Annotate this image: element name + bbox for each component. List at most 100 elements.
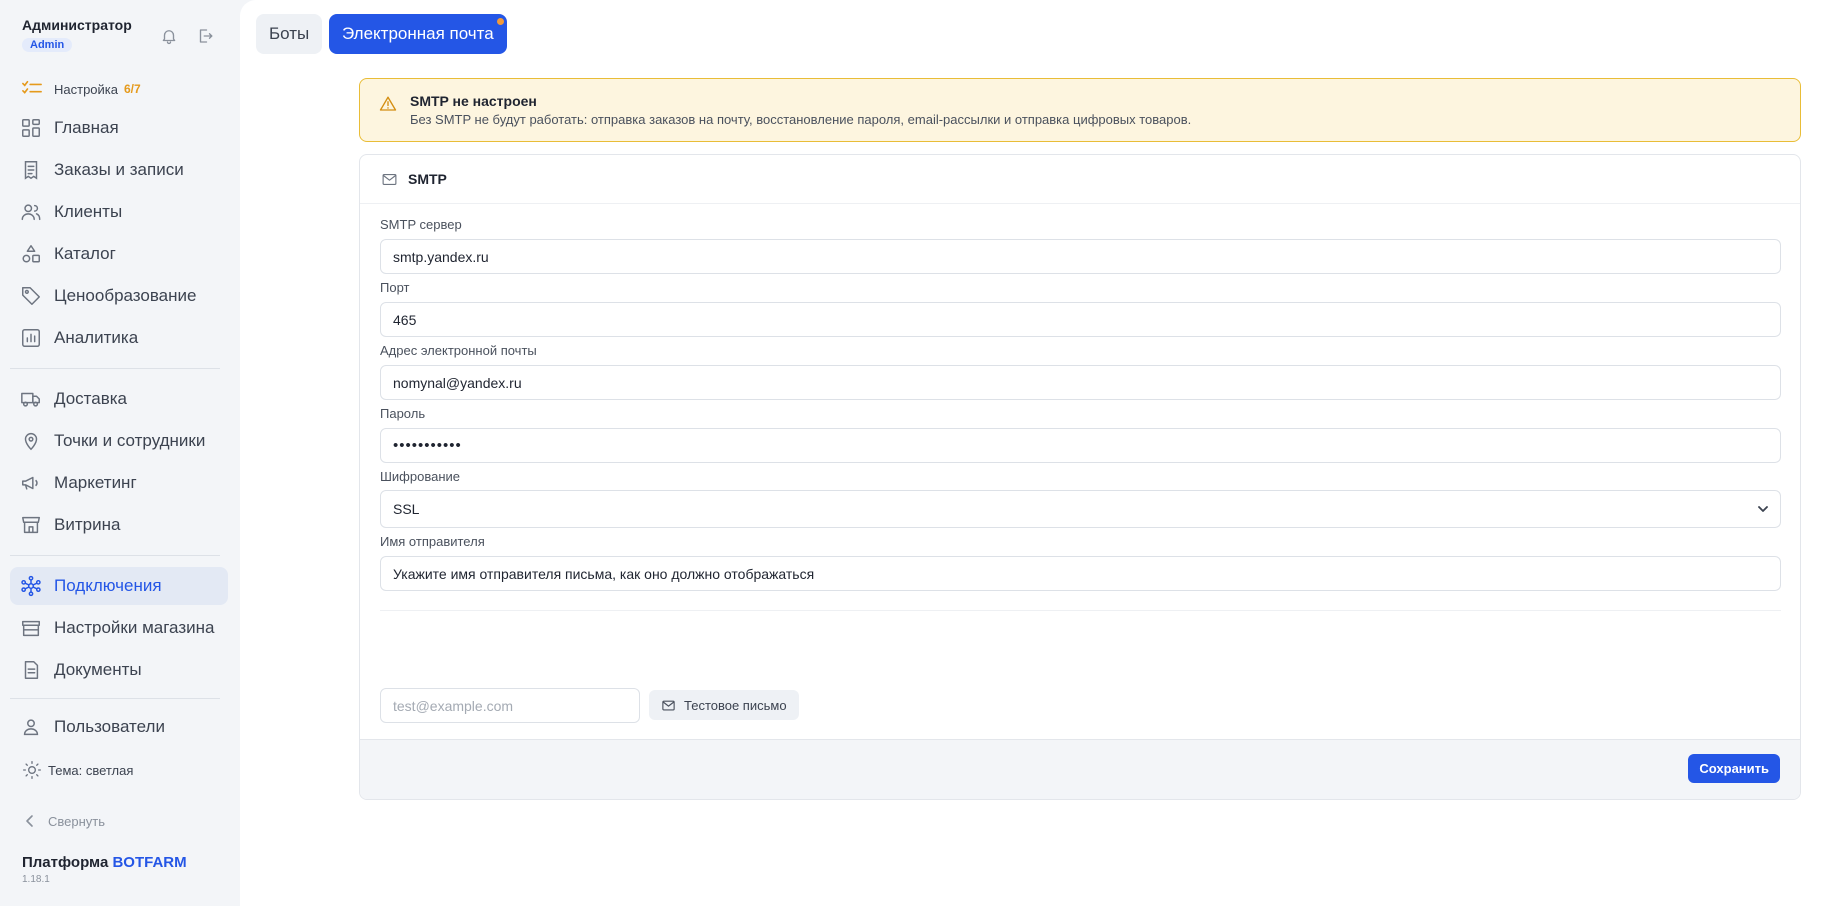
- theme-label: Тема: светлая: [48, 762, 134, 778]
- tab-label: Боты: [269, 24, 310, 43]
- sidebar-item-pricing[interactable]: Ценообразование: [10, 277, 228, 315]
- sidebar-item-label: Заказы и записи: [54, 160, 184, 179]
- sidebar-item-storefront[interactable]: Витрина: [10, 506, 228, 544]
- logout-icon[interactable]: [196, 26, 214, 46]
- user-icon: [20, 716, 42, 738]
- setup-progress[interactable]: Настройка 6/7: [22, 80, 141, 98]
- shop-icon: [20, 617, 42, 639]
- warning-icon: [379, 95, 397, 113]
- sidebar-item-label: Пользователи: [54, 717, 165, 736]
- smtp-server-label: SMTP сервер: [380, 217, 462, 232]
- network-icon: [20, 575, 42, 597]
- sender-name-input[interactable]: Укажите имя отправителя письма, как оно …: [380, 556, 1781, 591]
- tab-email[interactable]: Электронная почта: [329, 14, 507, 54]
- sidebar: Администратор Admin Настройка 6/7 Главна…: [0, 0, 240, 906]
- sidebar-item-label: Витрина: [54, 515, 121, 534]
- sidebar-item-store-settings[interactable]: Настройки магазина: [10, 609, 228, 647]
- sidebar-item-analytics[interactable]: Аналитика: [10, 319, 228, 357]
- sidebar-item-label: Точки и сотрудники: [54, 431, 206, 450]
- app-version: 1.18.1: [22, 874, 50, 885]
- card-footer: Сохранить: [360, 739, 1800, 799]
- user-name: Администратор: [22, 17, 132, 33]
- sidebar-item-label: Клиенты: [54, 202, 123, 221]
- map-pin-icon: [20, 430, 42, 452]
- store-icon: [20, 514, 42, 536]
- sidebar-item-marketing[interactable]: Маркетинг: [10, 464, 228, 502]
- user-block: Администратор Admin: [22, 17, 132, 53]
- card-title: SMTP: [408, 171, 447, 187]
- button-label: Тестовое письмо: [684, 697, 787, 713]
- chevron-left-icon: [22, 813, 38, 829]
- mail-icon: [661, 698, 676, 713]
- sidebar-item-label: Аналитика: [54, 328, 139, 347]
- sidebar-item-users[interactable]: Пользователи: [10, 708, 228, 746]
- notification-dot: [496, 18, 504, 25]
- sidebar-item-home[interactable]: Главная: [10, 109, 228, 147]
- sidebar-item-delivery[interactable]: Доставка: [10, 380, 228, 418]
- tab-label: Электронная почта: [342, 24, 494, 43]
- sidebar-item-label: Настройки магазина: [54, 618, 215, 637]
- main-content: Боты Электронная почта SMTP не настроен …: [240, 0, 1825, 906]
- brand-name: Платформа BOTFARM: [22, 854, 187, 871]
- brand-highlight: BOTFARM: [112, 854, 187, 871]
- sun-icon: [22, 760, 42, 780]
- field-value: smtp.yandex.ru: [393, 248, 489, 265]
- smtp-settings-card: SMTP SMTP сервер smtp.yandex.ru Порт 465…: [359, 154, 1801, 800]
- sidebar-item-catalog[interactable]: Каталог: [10, 235, 228, 273]
- smtp-server-input[interactable]: smtp.yandex.ru: [380, 239, 1781, 274]
- card-header: SMTP: [360, 155, 1800, 204]
- user-role-badge: Admin: [22, 38, 73, 52]
- port-label: Порт: [380, 280, 410, 295]
- encryption-label: Шифрование: [380, 469, 460, 484]
- encryption-select[interactable]: SSL: [380, 490, 1781, 528]
- sidebar-item-documents[interactable]: Документы: [10, 651, 228, 689]
- sidebar-item-label: Доставка: [54, 389, 128, 408]
- tag-icon: [20, 285, 42, 307]
- receipt-icon: [20, 159, 42, 181]
- collapse-label: Свернуть: [48, 813, 106, 829]
- users-icon: [20, 201, 42, 223]
- sidebar-item-label: Ценообразование: [54, 286, 197, 305]
- alert-title: SMTP не настроен: [410, 93, 537, 109]
- password-input[interactable]: •••••••••••: [380, 428, 1781, 463]
- shapes-icon: [20, 243, 42, 265]
- chart-icon: [20, 327, 42, 349]
- theme-toggle[interactable]: Тема: светлая: [22, 760, 133, 780]
- sidebar-divider: [10, 698, 220, 699]
- collapse-sidebar-button[interactable]: Свернуть: [22, 813, 105, 829]
- password-label: Пароль: [380, 406, 426, 421]
- chevron-down-icon: [1756, 502, 1770, 516]
- tab-bots[interactable]: Боты: [256, 14, 323, 54]
- field-value: 465: [393, 311, 417, 328]
- sidebar-item-connections[interactable]: Подключения: [10, 567, 228, 605]
- smtp-warning-alert: SMTP не настроен Без SMTP не будут работ…: [359, 78, 1801, 142]
- email-label: Адрес электронной почты: [380, 343, 537, 358]
- sidebar-item-label: Каталог: [54, 244, 116, 263]
- field-value: •••••••••••: [393, 437, 462, 454]
- form-divider: [380, 610, 1781, 611]
- field-value: Укажите имя отправителя письма, как оно …: [393, 565, 815, 582]
- checklist-icon: [22, 80, 42, 98]
- port-input[interactable]: 465: [380, 302, 1781, 337]
- sidebar-item-clients[interactable]: Клиенты: [10, 193, 228, 231]
- send-test-email-button[interactable]: Тестовое письмо: [649, 690, 799, 720]
- test-email-input[interactable]: [380, 688, 640, 723]
- sidebar-item-label: Документы: [54, 660, 142, 679]
- alert-text: Без SMTP не будут работать: отправка зак…: [410, 112, 1192, 127]
- sidebar-item-label: Главная: [54, 118, 119, 137]
- document-icon: [20, 659, 42, 681]
- field-value: SSL: [393, 501, 420, 517]
- button-label: Сохранить: [1699, 761, 1769, 776]
- bell-icon[interactable]: [160, 26, 178, 46]
- save-button[interactable]: Сохранить: [1688, 754, 1780, 783]
- field-value: nomynal@yandex.ru: [393, 374, 522, 391]
- email-input[interactable]: nomynal@yandex.ru: [380, 365, 1781, 400]
- megaphone-icon: [20, 472, 42, 494]
- sidebar-item-orders[interactable]: Заказы и записи: [10, 151, 228, 189]
- mail-icon: [381, 171, 398, 188]
- sidebar-item-locations[interactable]: Точки и сотрудники: [10, 422, 228, 460]
- brand-prefix: Платформа: [22, 854, 109, 871]
- setup-progress-count: 6/7: [124, 82, 141, 96]
- dashboard-icon: [20, 117, 42, 139]
- sender-name-label: Имя отправителя: [380, 534, 485, 549]
